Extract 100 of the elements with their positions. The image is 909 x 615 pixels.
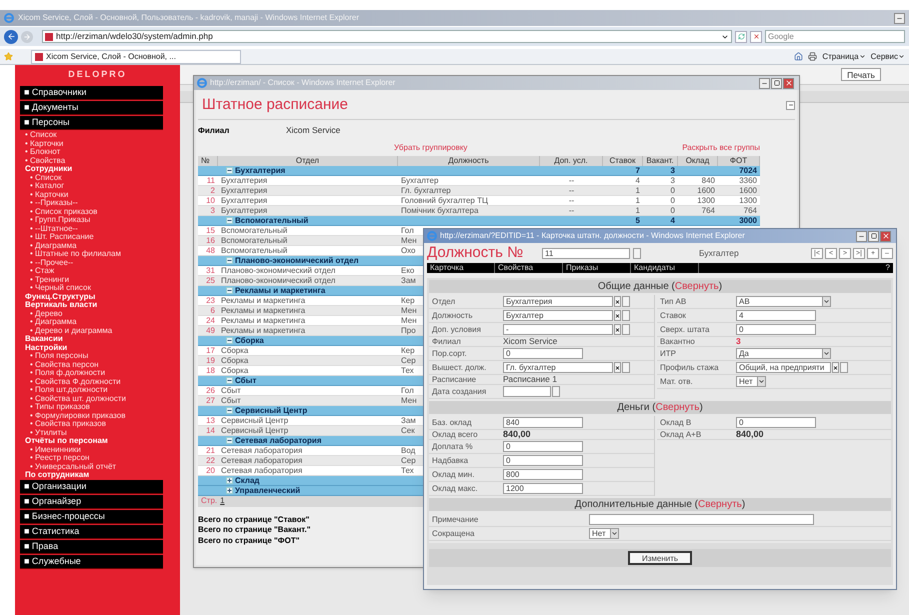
sidebar-heading[interactable]: Сотрудники xyxy=(15,165,180,174)
minimize-button[interactable] xyxy=(894,12,905,24)
search-field[interactable]: Google xyxy=(765,30,905,43)
refresh-button[interactable] xyxy=(735,30,747,42)
sidebar-link[interactable]: • Поля шт.должности xyxy=(15,386,180,394)
select-field[interactable]: АВ xyxy=(736,296,831,307)
picker-button[interactable] xyxy=(552,386,560,397)
sidebar-link[interactable]: • Универсальный отчёт xyxy=(15,462,180,471)
input-field[interactable]: 0 xyxy=(736,324,816,335)
help-button[interactable]: ? xyxy=(886,263,893,273)
clear-button[interactable] xyxy=(614,310,621,321)
sidebar-heading[interactable]: Вертикаль власти xyxy=(15,301,180,310)
collapse-icon[interactable] xyxy=(226,217,233,224)
close-button[interactable] xyxy=(783,78,794,88)
sidebar-link[interactable]: • Диаграмма xyxy=(15,318,180,326)
collapse-icon[interactable] xyxy=(226,377,233,384)
sidebar-link[interactable]: • Именинники xyxy=(15,446,180,454)
caret-icon[interactable] xyxy=(898,53,905,60)
sidebar-link[interactable]: • Черный список xyxy=(15,284,180,292)
command-menu[interactable]: Сервис xyxy=(870,50,898,62)
sidebar-link[interactable]: • Свойства персон xyxy=(15,360,180,369)
expand-all-link[interactable]: Раскрыть все группы xyxy=(682,142,760,154)
command-menu[interactable]: Страница xyxy=(822,50,859,62)
group-row[interactable]: Бухгалтерия 7 3 7024 xyxy=(198,166,760,176)
expand-icon[interactable] xyxy=(226,477,233,484)
sidebar-link[interactable]: • Дерево xyxy=(15,310,180,318)
page-link[interactable]: 1 xyxy=(220,495,225,507)
sidebar-link[interactable]: • Список xyxy=(15,174,180,182)
input-field[interactable]: 800 xyxy=(503,469,583,480)
ungroup-link[interactable]: Убрать группировку xyxy=(394,142,468,154)
minimize-button[interactable] xyxy=(759,78,770,88)
input-field[interactable] xyxy=(503,386,551,397)
sidebar-link[interactable]: • Список xyxy=(15,131,180,140)
scroll-button[interactable] xyxy=(786,100,795,110)
collapse-icon[interactable] xyxy=(226,437,233,444)
sidebar-section[interactable]: ■ Документы xyxy=(20,101,163,115)
sidebar-link[interactable]: • Карточки xyxy=(15,190,180,199)
sidebar-link[interactable]: • Каталог xyxy=(15,182,180,190)
group-row[interactable]: Вспомогательный 5 4 3000 xyxy=(198,216,760,226)
input-field[interactable] xyxy=(589,514,814,525)
select-field[interactable]: Да xyxy=(736,348,831,359)
print-icon[interactable] xyxy=(808,52,818,61)
input-field[interactable]: Бухгалтер xyxy=(503,310,613,321)
sidebar-link[interactable]: • Свойства Ф.должности xyxy=(15,378,180,386)
stop-button[interactable] xyxy=(750,30,762,42)
sidebar-link[interactable]: • Групп.Приказы xyxy=(15,216,180,224)
sidebar-link[interactable]: • Свойства шт. должности xyxy=(15,394,180,403)
sidebar-heading[interactable]: По сотрудникам xyxy=(15,471,180,480)
back-button[interactable] xyxy=(4,30,18,44)
sidebar-link[interactable]: • Шт. Расписание xyxy=(15,233,180,242)
sidebar-section[interactable]: ■ Бизнес-процессы xyxy=(20,510,163,524)
clear-button[interactable] xyxy=(832,362,839,373)
sidebar-link[interactable]: • Свойства приказов xyxy=(15,420,180,428)
clear-button[interactable] xyxy=(614,362,621,373)
input-field[interactable]: 0 xyxy=(503,455,583,466)
collapse-icon[interactable] xyxy=(226,287,233,294)
sidebar-link[interactable]: • --Прочее-- xyxy=(15,258,180,267)
input-field[interactable]: 0 xyxy=(503,348,583,359)
caret-icon[interactable] xyxy=(858,53,866,60)
collapse-icon[interactable] xyxy=(226,407,233,414)
sidebar-link[interactable]: • Дерево и диаграмма xyxy=(15,326,180,335)
sidebar-section[interactable]: ■ Статистика xyxy=(20,524,163,538)
sidebar-link[interactable]: • Стаж xyxy=(15,267,180,276)
sidebar-heading[interactable]: Функц.Структуры xyxy=(15,292,180,301)
clear-button[interactable] xyxy=(614,324,621,335)
collapse-icon[interactable] xyxy=(226,167,233,174)
input-field[interactable]: 4 xyxy=(736,310,816,321)
collapse-icon[interactable] xyxy=(226,337,233,344)
input-field[interactable]: 0 xyxy=(503,441,583,452)
tab[interactable]: Приказы xyxy=(563,263,631,273)
sidebar-link[interactable]: • Утилиты xyxy=(15,428,180,437)
sidebar-heading[interactable]: Вакансии xyxy=(15,335,180,344)
sidebar-section[interactable]: ■ Права xyxy=(20,540,163,554)
sidebar-section[interactable]: ■ Организации xyxy=(20,480,163,494)
sidebar-link[interactable]: • Штатные по филиалам xyxy=(15,250,180,258)
maximize-button[interactable] xyxy=(771,78,782,88)
sidebar-link[interactable]: • Список приказов xyxy=(15,208,180,216)
sidebar-link[interactable]: • --Приказы-- xyxy=(15,199,180,208)
input-field[interactable]: - xyxy=(503,324,613,335)
select-field[interactable]: Нет xyxy=(736,376,766,387)
input-field[interactable]: 0 xyxy=(736,417,816,428)
maximize-button[interactable] xyxy=(868,230,879,242)
sidebar-link[interactable]: • --Штатное-- xyxy=(15,224,180,233)
submit-button[interactable]: Изменить xyxy=(628,551,692,565)
print-button[interactable]: Печать xyxy=(841,68,881,81)
tab[interactable]: Карточка xyxy=(427,263,495,273)
input-field[interactable]: Гл. бухгалтер xyxy=(503,362,613,373)
tab[interactable]: Свойства xyxy=(495,263,563,273)
sidebar-link[interactable]: • Типы приказов xyxy=(15,403,180,412)
sidebar-heading[interactable]: Настройки xyxy=(15,344,180,352)
clear-button[interactable] xyxy=(614,296,621,307)
browser-tab[interactable]: Xicom Service, Слой - Основной, ... xyxy=(31,50,241,64)
sidebar-link[interactable]: • Карточки xyxy=(15,140,180,148)
collapse-icon[interactable] xyxy=(226,257,233,264)
select-field[interactable]: Нет xyxy=(589,528,619,539)
input-field[interactable]: Бухгалтерия xyxy=(503,296,613,307)
address-field[interactable]: http://erziman/wdelo30/system/admin.php xyxy=(42,30,732,43)
input-field[interactable]: Общий, на предприяти xyxy=(736,362,831,373)
input-field[interactable]: 1200 xyxy=(503,483,583,494)
sidebar-heading[interactable]: Отчёты по персонам xyxy=(15,437,180,446)
